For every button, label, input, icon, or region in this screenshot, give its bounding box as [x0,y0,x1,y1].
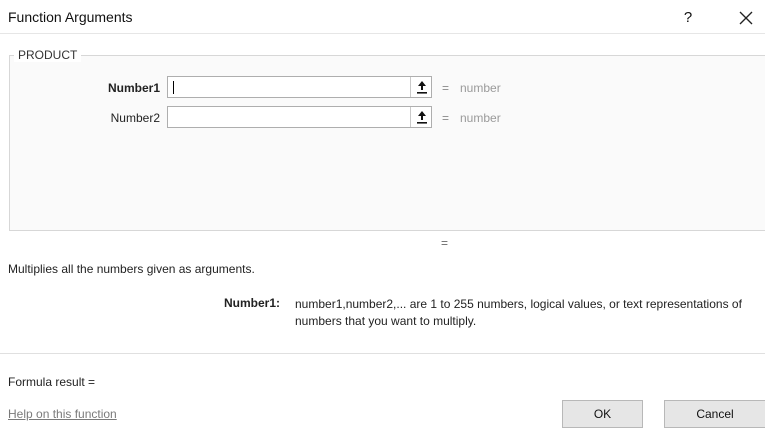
number1-result: number [460,81,501,95]
cancel-button[interactable]: Cancel [664,400,765,428]
function-result-equals: = [441,236,449,250]
formula-result-label: Formula result = [8,375,96,389]
close-button[interactable] [734,6,758,30]
function-description: Multiplies all the numbers given as argu… [8,262,255,276]
number1-label: Number1 [107,81,160,95]
number2-label: Number2 [110,111,160,125]
function-name-legend: PRODUCT [14,48,82,62]
help-on-function-link[interactable]: Help on this function [8,407,117,421]
number2-equals: = [442,111,450,125]
number2-input[interactable] [167,106,432,128]
argument-help-text: number1,number2,... are 1 to 255 numbers… [295,297,742,328]
number2-result: number [460,111,501,125]
title-bar: Function Arguments ? [0,0,765,34]
number2-range-select-button[interactable] [410,107,432,127]
ok-button[interactable]: OK [562,400,643,428]
text-caret [173,81,174,94]
number1-equals: = [442,81,450,95]
close-icon [739,11,753,25]
collapse-dialog-icon [417,111,427,124]
number1-input[interactable] [167,76,432,98]
divider [0,353,765,354]
argument-help-name: Number1: [223,296,280,310]
dialog-title: Function Arguments [8,9,133,25]
collapse-dialog-icon [417,81,427,94]
number1-range-select-button[interactable] [410,77,432,97]
help-button[interactable]: ? [676,6,700,30]
